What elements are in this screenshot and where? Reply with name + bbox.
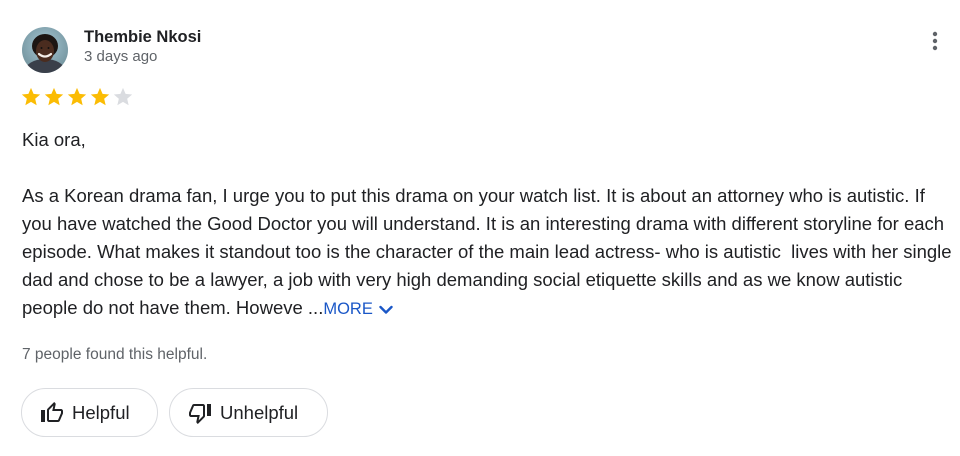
star-empty-icon: [113, 87, 133, 106]
author-name[interactable]: Thembie Nkosi: [84, 27, 201, 47]
star-filled-icon: [21, 87, 41, 106]
avatar-image: [22, 27, 68, 73]
avatar[interactable]: [22, 27, 68, 73]
helpful-count: 7 people found this helpful.: [22, 346, 208, 363]
star-filled-icon: [44, 87, 64, 106]
review-text: As a Korean drama fan, I urge you to put…: [22, 185, 957, 318]
unhelpful-label: Unhelpful: [220, 401, 299, 423]
review-card: Thembie Nkosi 3 days ago Kia ora, As a K…: [0, 0, 960, 456]
vertical-dots-icon: [932, 31, 938, 51]
chevron-down-icon: [379, 305, 393, 314]
helpful-label: Helpful: [72, 401, 130, 423]
thumbs-down-icon: [189, 403, 211, 424]
review-greeting: Kia ora,: [22, 129, 86, 150]
star-filled-icon: [67, 87, 87, 106]
helpful-button[interactable]: Helpful: [21, 388, 158, 437]
more-link[interactable]: MORE: [323, 300, 393, 318]
star-rating: [20, 86, 134, 108]
review-body: Kia ora, As a Korean drama fan, I urge y…: [22, 126, 952, 323]
unhelpful-button[interactable]: Unhelpful: [169, 388, 328, 437]
thumbs-up-icon: [41, 401, 63, 422]
more-options-button[interactable]: [922, 26, 948, 56]
review-timestamp: 3 days ago: [84, 48, 158, 65]
star-filled-icon: [90, 87, 110, 106]
review-paragraph: As a Korean drama fan, I urge you to put…: [22, 182, 952, 323]
more-label: MORE: [323, 300, 373, 318]
